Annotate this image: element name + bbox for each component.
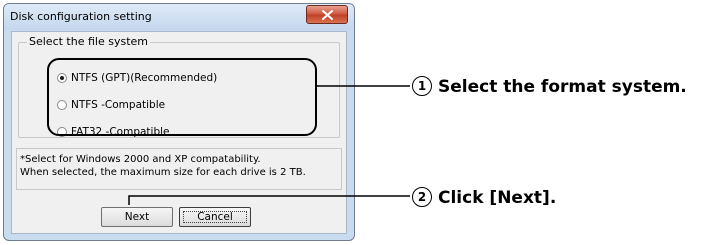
callout-text-1: Select the format system. <box>438 77 687 97</box>
callout-line-2 <box>128 195 410 205</box>
step-number-1: 1 <box>412 76 432 96</box>
callout-lines <box>128 85 410 205</box>
callout-step-2: 2 Click [Next]. <box>412 187 557 209</box>
step-number-2: 2 <box>412 187 432 207</box>
callout-text-2: Click [Next]. <box>438 188 557 208</box>
callout-step-1: 1 Select the format system. <box>412 76 687 98</box>
